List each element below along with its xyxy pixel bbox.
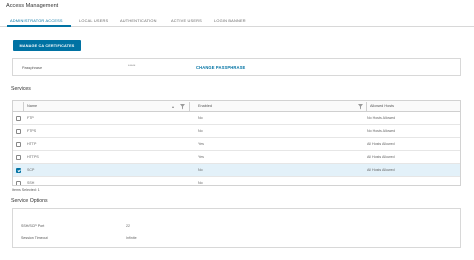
service-name: HTTP bbox=[27, 142, 37, 146]
ssh-scp-port-value: 22 bbox=[126, 224, 130, 228]
service-name: HTTPS bbox=[27, 155, 39, 159]
service-enabled: No bbox=[198, 181, 203, 185]
items-selected-count: Items Selected: 1 bbox=[12, 188, 40, 192]
column-header-name[interactable]: Name bbox=[27, 104, 37, 108]
service-allowed-hosts: No Hosts Allowed bbox=[367, 116, 396, 120]
service-allowed-hosts: All Hosts Allowed bbox=[367, 142, 395, 146]
service-options-heading: Service Options bbox=[11, 198, 48, 204]
table-row[interactable]: FTP No No Hosts Allowed bbox=[13, 112, 460, 125]
column-separator bbox=[189, 102, 190, 111]
column-separator bbox=[23, 102, 24, 111]
table-row[interactable]: HTTP Yes All Hosts Allowed bbox=[13, 138, 460, 151]
tab-login-banner[interactable]: Login Banner bbox=[214, 18, 246, 23]
service-name: SCP bbox=[27, 168, 35, 172]
table-row[interactable]: HTTPS Yes All Hosts Allowed bbox=[13, 151, 460, 164]
passphrase-label: Passphrase bbox=[22, 66, 43, 70]
service-allowed-hosts: All Hosts Allowed bbox=[367, 168, 395, 172]
table-row-selected[interactable]: SCP No All Hosts Allowed bbox=[13, 164, 460, 177]
manage-ca-certificates-button[interactable]: Manage CA Certificates bbox=[13, 40, 81, 51]
filter-icon[interactable] bbox=[180, 104, 185, 110]
service-name: FTPS bbox=[27, 129, 37, 133]
grid-header: Name ▴ Enabled Allowed Hosts bbox=[13, 101, 460, 112]
column-separator bbox=[366, 102, 367, 111]
tab-authentication[interactable]: Authentication bbox=[120, 18, 157, 23]
tab-local-users[interactable]: Local Users bbox=[79, 18, 108, 23]
service-name: SSH bbox=[27, 181, 35, 185]
sort-arrow-icon[interactable]: ▴ bbox=[172, 104, 174, 109]
active-tab-indicator bbox=[7, 25, 71, 27]
service-enabled: Yes bbox=[198, 142, 204, 146]
tab-administrator-access[interactable]: Administrator Access bbox=[10, 18, 63, 23]
table-row[interactable]: FTPS No No Hosts Allowed bbox=[13, 125, 460, 138]
session-timeout-value: Infinite bbox=[126, 236, 137, 240]
table-row[interactable]: SSH No bbox=[13, 177, 460, 185]
row-checkbox[interactable] bbox=[16, 155, 21, 160]
ssh-scp-port-label: SSH/SCP Port bbox=[21, 224, 45, 228]
service-enabled: No bbox=[198, 168, 203, 172]
tab-active-users[interactable]: Active Users bbox=[171, 18, 202, 23]
filter-icon[interactable] bbox=[358, 104, 363, 110]
session-timeout-label: Session Timeout bbox=[21, 236, 48, 240]
service-name: FTP bbox=[27, 116, 34, 120]
page-title: Access Management bbox=[6, 3, 59, 9]
row-checkbox[interactable] bbox=[16, 129, 21, 134]
row-checkbox[interactable] bbox=[16, 181, 21, 185]
service-enabled: No bbox=[198, 116, 203, 120]
services-heading: Services bbox=[11, 86, 31, 92]
row-checkbox-checked[interactable] bbox=[16, 168, 21, 173]
column-header-allowed-hosts[interactable]: Allowed Hosts bbox=[370, 104, 394, 108]
service-enabled: Yes bbox=[198, 155, 204, 159]
row-checkbox[interactable] bbox=[16, 142, 21, 147]
tab-bar: Administrator Access Local Users Authent… bbox=[0, 15, 474, 27]
passphrase-value: ***** bbox=[128, 64, 136, 68]
service-options-panel: SSH/SCP Port 22 Session Timeout Infinite bbox=[12, 208, 461, 248]
change-passphrase-link[interactable]: Change Passphrase bbox=[196, 65, 245, 70]
services-grid: Name ▴ Enabled Allowed Hosts FTP No No H… bbox=[12, 100, 461, 186]
row-checkbox[interactable] bbox=[16, 116, 21, 121]
service-allowed-hosts: No Hosts Allowed bbox=[367, 129, 396, 133]
service-allowed-hosts: All Hosts Allowed bbox=[367, 155, 395, 159]
column-header-enabled[interactable]: Enabled bbox=[198, 104, 212, 108]
service-enabled: No bbox=[198, 129, 203, 133]
passphrase-panel: Passphrase ***** Change Passphrase bbox=[12, 58, 461, 76]
